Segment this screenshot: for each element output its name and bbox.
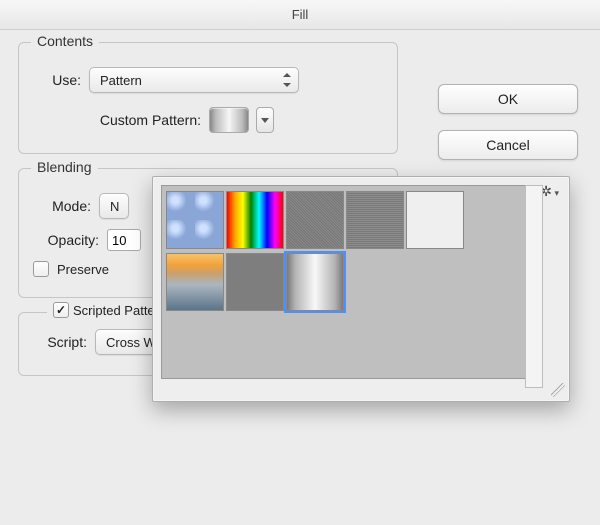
- contents-group: Contents Use: Pattern Custom Pattern:: [18, 42, 398, 154]
- ok-button[interactable]: OK: [438, 84, 578, 114]
- pattern-thumb-bubbles[interactable]: [166, 191, 224, 249]
- cancel-button[interactable]: Cancel: [438, 130, 578, 160]
- ok-button-label: OK: [498, 91, 518, 107]
- mode-select-value: N: [110, 199, 119, 214]
- script-label: Script:: [33, 334, 87, 350]
- window-titlebar: Fill: [0, 0, 600, 30]
- pattern-thumb-rainbow-gradient[interactable]: [226, 191, 284, 249]
- pattern-grid: [162, 186, 525, 316]
- resize-grip-icon[interactable]: [551, 383, 565, 397]
- pattern-thumb-noise-fine[interactable]: [286, 191, 344, 249]
- use-select[interactable]: Pattern: [89, 67, 299, 93]
- pattern-thumb-solid-gray[interactable]: [226, 253, 284, 311]
- pattern-thumb-noise-coarse[interactable]: [346, 191, 404, 249]
- pattern-thumb-sunset-photo[interactable]: [166, 253, 224, 311]
- dialog-button-column: OK Cancel: [438, 84, 578, 160]
- window-title: Fill: [292, 7, 309, 22]
- opacity-input[interactable]: [107, 229, 141, 251]
- use-label: Use:: [33, 72, 81, 88]
- gear-icon[interactable]: ✲: [540, 183, 559, 200]
- preserve-transparency-checkbox[interactable]: [33, 261, 49, 277]
- preserve-transparency-label: Preserve: [57, 262, 109, 277]
- pattern-grid-container: [161, 185, 525, 379]
- blending-legend: Blending: [31, 159, 98, 175]
- use-select-value: Pattern: [100, 73, 142, 88]
- custom-pattern-swatch[interactable]: [209, 107, 249, 133]
- custom-pattern-label: Custom Pattern:: [33, 112, 201, 128]
- pattern-thumb-metal-gradient[interactable]: [286, 253, 344, 311]
- cancel-button-label: Cancel: [486, 137, 530, 153]
- pattern-thumb-paper[interactable]: [406, 191, 464, 249]
- pattern-picker-scrollbar[interactable]: [525, 185, 543, 388]
- pattern-picker-popover: ✲: [152, 176, 570, 402]
- opacity-label: Opacity:: [33, 232, 99, 248]
- custom-pattern-dropdown-button[interactable]: [256, 107, 274, 133]
- updown-arrows-icon: [282, 72, 292, 88]
- mode-select[interactable]: N: [99, 193, 129, 219]
- scripted-patterns-checkbox[interactable]: [53, 302, 69, 318]
- contents-legend: Contents: [31, 33, 99, 49]
- mode-label: Mode:: [33, 198, 91, 214]
